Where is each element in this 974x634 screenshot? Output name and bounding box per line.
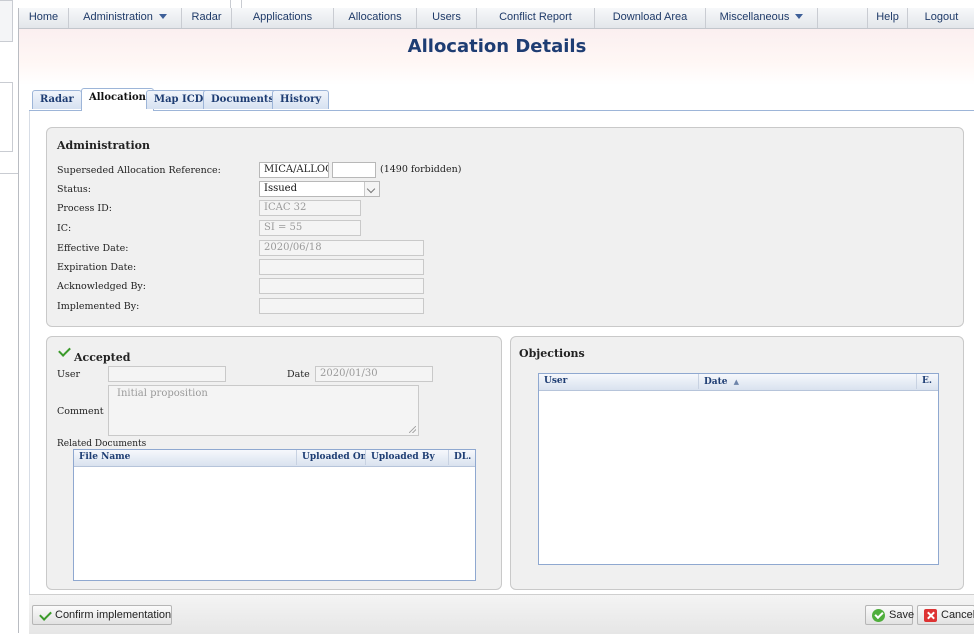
- nav-users[interactable]: Users: [417, 8, 477, 28]
- ic-label: IC:: [57, 223, 72, 234]
- implemented-by-label: Implemented By:: [57, 301, 140, 312]
- chevron-down-icon[interactable]: [364, 182, 379, 196]
- accepted-comment-textarea: Initial proposition: [108, 385, 419, 436]
- nav-administration-label: Administration: [83, 11, 153, 23]
- column-date-label: Date: [704, 377, 728, 387]
- grid-header: User Date ▲ E.: [539, 374, 938, 391]
- related-documents-label: Related Documents: [57, 439, 147, 449]
- nav-applications[interactable]: Applications: [232, 8, 334, 28]
- nav-logout-label: Logout: [924, 11, 959, 23]
- ic-field: SI = 55: [259, 220, 361, 236]
- tab-allocation[interactable]: Allocation: [81, 88, 154, 111]
- background-divider: [230, 0, 242, 8]
- resize-handle-icon[interactable]: [409, 426, 416, 433]
- nav-users-label: Users: [432, 11, 461, 23]
- grid-header: File Name Uploaded On Uploaded By DL.: [74, 450, 475, 467]
- accepted-title: Accepted: [74, 351, 131, 364]
- superseded-reference-field[interactable]: MICA/ALLOC: [259, 162, 329, 178]
- comment-label: Comment: [57, 406, 104, 417]
- column-e[interactable]: E.: [917, 374, 938, 389]
- accepted-comment-text: Initial proposition: [117, 388, 208, 399]
- nav-administration[interactable]: Administration: [69, 8, 182, 28]
- checkmark-icon: [58, 344, 71, 357]
- nav-download-area[interactable]: Download Area: [595, 8, 706, 28]
- administration-title: Administration: [57, 139, 151, 152]
- save-label: Save: [889, 609, 915, 621]
- accepted-date-field: 2020/01/30: [315, 366, 433, 382]
- allocation-window: Home Administration Radar Applications A…: [18, 8, 974, 634]
- column-date[interactable]: Date ▲: [699, 374, 917, 389]
- sort-ascending-icon: ▲: [733, 377, 740, 386]
- column-user[interactable]: User: [539, 374, 699, 389]
- nav-miscellaneous-label: Miscellaneous: [719, 11, 790, 23]
- nav-home-label: Home: [28, 11, 59, 23]
- superseded-reference-number-field[interactable]: [332, 162, 376, 178]
- nav-help-label: Help: [876, 11, 899, 23]
- save-button[interactable]: Save: [865, 605, 915, 625]
- detail-tabs: Radar Allocation Map ICD Documents Histo…: [29, 88, 974, 111]
- main-nav-bar: Home Administration Radar Applications A…: [19, 8, 974, 29]
- related-documents-grid: File Name Uploaded On Uploaded By DL.: [73, 449, 476, 581]
- dropdown-arrow-icon: [795, 14, 804, 19]
- column-file-name[interactable]: File Name: [74, 450, 297, 465]
- save-icon: [872, 609, 885, 622]
- action-bar: Confirm implementation Save Cancel: [29, 594, 974, 634]
- tab-radar[interactable]: Radar: [32, 90, 82, 109]
- objections-title: Objections: [519, 347, 585, 360]
- expiration-date-label: Expiration Date:: [57, 262, 137, 273]
- nav-radar-label: Radar: [191, 11, 222, 23]
- nav-radar[interactable]: Radar: [182, 8, 232, 28]
- tab-map-icd[interactable]: Map ICD: [146, 90, 212, 109]
- tab-content: Administration Superseded Allocation Ref…: [29, 111, 974, 595]
- confirm-implementation-label: Confirm implementation: [55, 609, 172, 621]
- administration-panel: Administration Superseded Allocation Ref…: [46, 127, 964, 327]
- date-label: Date: [287, 369, 310, 380]
- process-id-field: ICAC 32: [259, 200, 361, 216]
- tab-history[interactable]: History: [272, 90, 330, 109]
- column-uploaded-by[interactable]: Uploaded By: [366, 450, 449, 465]
- status-select[interactable]: Issued: [259, 181, 380, 197]
- close-icon: [924, 609, 937, 622]
- nav-miscellaneous[interactable]: Miscellaneous: [706, 8, 818, 28]
- acknowledged-by-label: Acknowledged By:: [57, 281, 147, 292]
- page-title: Allocation Details: [407, 36, 587, 57]
- nav-home[interactable]: Home: [19, 8, 69, 28]
- implemented-by-field: [259, 298, 424, 314]
- user-label: User: [57, 369, 81, 380]
- effective-date-field: 2020/06/18: [259, 240, 424, 256]
- tab-documents[interactable]: Documents: [203, 90, 283, 109]
- nav-conflict-report[interactable]: Conflict Report: [477, 8, 595, 28]
- status-label: Status:: [57, 184, 92, 195]
- background-panel: [0, 82, 13, 152]
- background-divider: [0, 173, 18, 174]
- nav-logout[interactable]: Logout: [908, 8, 974, 28]
- nav-download-area-label: Download Area: [612, 11, 688, 23]
- nav-allocations-label: Allocations: [348, 11, 402, 23]
- background-app: [0, 0, 18, 633]
- status-value: Issued: [264, 183, 297, 194]
- checkmark-icon: [39, 608, 52, 621]
- nav-help[interactable]: Help: [867, 8, 908, 28]
- column-download[interactable]: DL.: [449, 450, 475, 465]
- nav-allocations[interactable]: Allocations: [334, 8, 417, 28]
- cancel-button[interactable]: Cancel: [917, 605, 974, 625]
- nav-conflict-report-label: Conflict Report: [499, 11, 572, 23]
- dropdown-arrow-icon: [158, 14, 167, 19]
- expiration-date-field: [259, 259, 424, 275]
- title-bar: Allocation Details: [19, 29, 974, 85]
- confirm-implementation-button[interactable]: Confirm implementation: [32, 605, 172, 625]
- superseded-note: (1490 forbidden): [380, 164, 462, 175]
- accepted-panel: Accepted User Date 2020/01/30 Comment In…: [46, 336, 502, 590]
- nav-applications-label: Applications: [252, 11, 313, 23]
- cancel-label: Cancel: [941, 609, 974, 621]
- objections-panel: Objections User Date ▲ E.: [510, 336, 964, 590]
- effective-date-label: Effective Date:: [57, 243, 129, 254]
- acknowledged-by-field: [259, 278, 424, 294]
- superseded-label: Superseded Allocation Reference:: [57, 165, 221, 176]
- objections-grid: User Date ▲ E.: [538, 373, 939, 565]
- background-panel: [0, 0, 13, 42]
- column-uploaded-on[interactable]: Uploaded On: [297, 450, 366, 465]
- accepted-user-field: [108, 366, 226, 382]
- process-id-label: Process ID:: [57, 203, 112, 214]
